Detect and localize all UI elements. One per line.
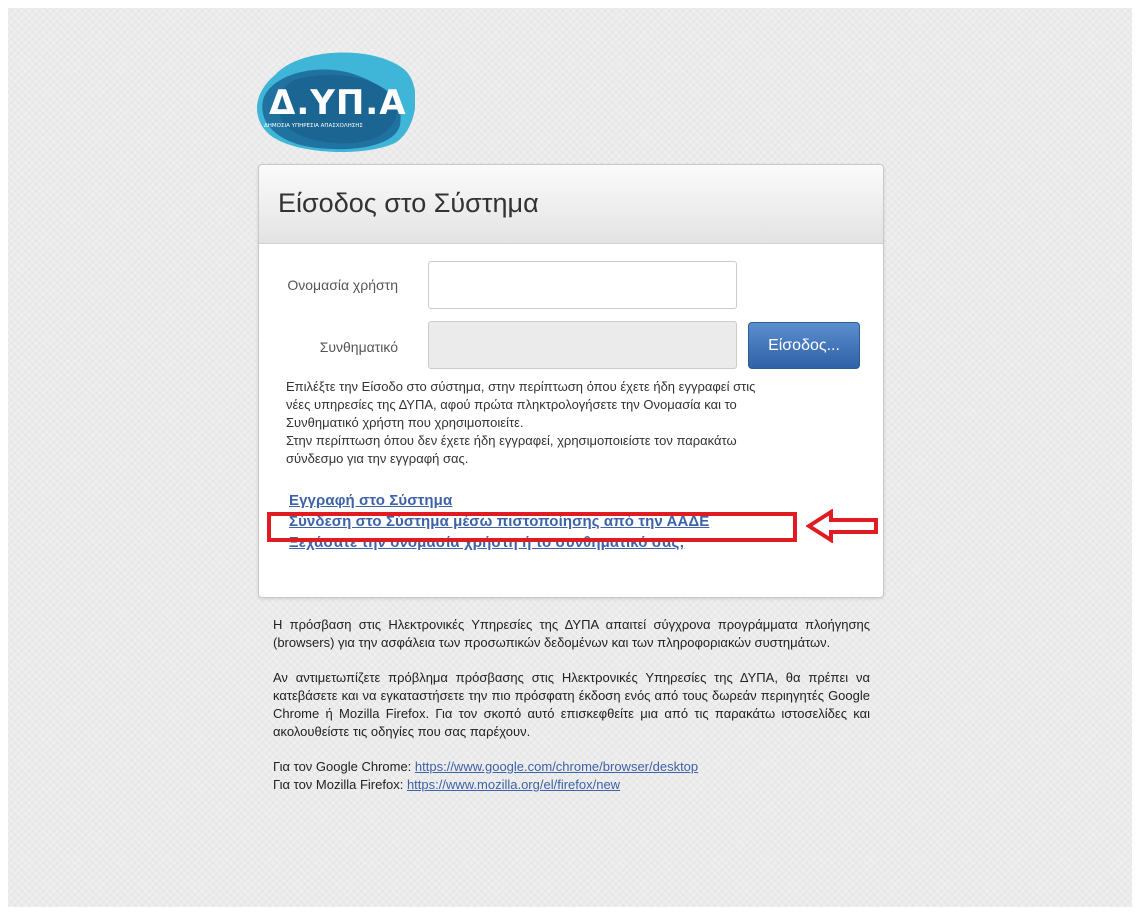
help-line: Επιλέξτε την Είσοδο στο σύστημα, στην πε… bbox=[286, 379, 756, 394]
firefox-line: Για τον Mozilla Firefox: https://www.moz… bbox=[273, 776, 870, 794]
highlight-box bbox=[267, 512, 797, 542]
password-input[interactable] bbox=[428, 321, 737, 369]
firefox-download-link[interactable]: https://www.mozilla.org/el/firefox/new bbox=[407, 777, 620, 792]
red-arrow-icon bbox=[806, 509, 878, 543]
logo-tagline: ΔΗΜΟΣΙΑ ΥΠΗΡΕΣΙΑ ΑΠΑΣΧΟΛΗΣΗΣ bbox=[264, 123, 363, 129]
dypa-logo: Δ.ΥΠ.Α ΔΗΜΟΣΙΑ ΥΠΗΡΕΣΙΑ ΑΠΑΣΧΟΛΗΣΗΣ bbox=[255, 45, 416, 155]
password-label: Συνθηματικό bbox=[319, 339, 398, 355]
login-help-text: Επιλέξτε την Είσοδο στο σύστημα, στην πε… bbox=[286, 378, 856, 468]
help-line: Συνθηματικό χρήστη που χρησιμοποιείτε. bbox=[286, 415, 524, 430]
notice-paragraph: Η πρόσβαση στις Ηλεκτρονικές Υπηρεσίες τ… bbox=[273, 617, 870, 650]
chrome-label: Για τον Google Chrome: bbox=[273, 759, 415, 774]
chrome-line: Για τον Google Chrome: https://www.googl… bbox=[273, 758, 870, 776]
username-label: Ονομασία χρήστη bbox=[287, 277, 398, 293]
username-input[interactable] bbox=[428, 261, 737, 309]
help-line: νέες υπηρεσίες της ΔΥΠΑ, αφού πρώτα πληκ… bbox=[286, 397, 737, 412]
login-panel-header: Είσοδος στο Σύστημα bbox=[259, 165, 883, 244]
register-link[interactable]: Εγγραφή στο Σύστημα bbox=[289, 490, 709, 511]
help-line: σύνδεσμο για την εγγραφή σας. bbox=[286, 451, 469, 466]
logo-text: Δ.ΥΠ.Α bbox=[269, 83, 407, 123]
help-line: Στην περίπτωση όπου δεν έχετε ήδη εγγραφ… bbox=[286, 433, 737, 448]
login-title: Είσοδος στο Σύστημα bbox=[278, 188, 539, 218]
chrome-download-link[interactable]: https://www.google.com/chrome/browser/de… bbox=[415, 759, 698, 774]
notice-paragraph: Αν αντιμετωπίζετε πρόβλημα πρόσβασης στι… bbox=[273, 670, 870, 739]
browser-notice: Η πρόσβαση στις Ηλεκτρονικές Υπηρεσίες τ… bbox=[273, 616, 870, 794]
login-button[interactable]: Είσοδος... bbox=[748, 322, 860, 369]
firefox-label: Για τον Mozilla Firefox: bbox=[273, 777, 407, 792]
